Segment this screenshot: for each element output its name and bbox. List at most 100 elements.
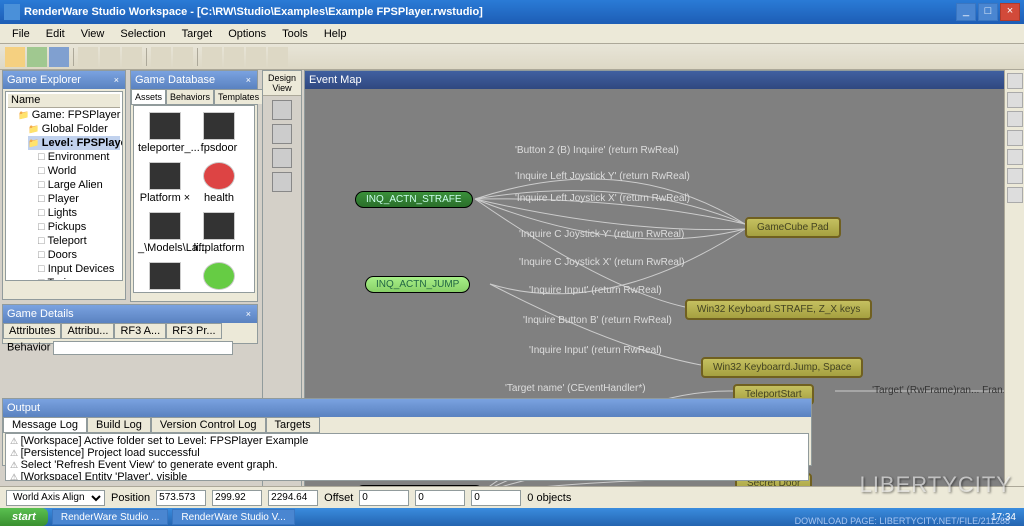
event-target-node[interactable]: GameCube Pad [745, 217, 841, 238]
log-message: Select 'Refresh Event View' to generate … [10, 459, 804, 471]
right-tool-button[interactable] [1007, 130, 1023, 146]
output-tab[interactable]: Message Log [3, 417, 87, 433]
offset-label: Offset [324, 492, 353, 504]
tab-behaviors[interactable]: Behaviors [166, 89, 214, 104]
tree-item[interactable]: Train [38, 276, 120, 281]
right-tool-button[interactable] [1007, 111, 1023, 127]
edge-label: 'Button 2 (B) Inquire' (return RwReal) [515, 145, 679, 156]
dview-tool[interactable] [272, 172, 292, 192]
menu-selection[interactable]: Selection [112, 26, 173, 42]
start-button[interactable]: start [0, 508, 48, 526]
tree-item[interactable]: Input Devices [38, 262, 120, 276]
event-target-node[interactable]: Win32 Keyboarrd.Jump, Space [701, 357, 863, 378]
asset-item[interactable]: liftplatform [192, 210, 246, 260]
event-node[interactable]: INQ_ACTN_JUMP [365, 276, 470, 293]
panel-close-icon[interactable]: × [244, 309, 253, 319]
toolbar-button[interactable] [78, 47, 98, 67]
maximize-button[interactable]: □ [978, 3, 998, 21]
asset-item[interactable]: teleporter_... [138, 110, 192, 160]
menu-help[interactable]: Help [316, 26, 355, 42]
right-tool-button[interactable] [1007, 149, 1023, 165]
toolbar-button[interactable] [202, 47, 222, 67]
menu-view[interactable]: View [73, 26, 113, 42]
tree-item[interactable]: Environment [38, 150, 120, 164]
design-view-label[interactable]: Design View [263, 71, 301, 96]
menu-edit[interactable]: Edit [38, 26, 73, 42]
off-z-input[interactable] [471, 490, 521, 506]
asset-item[interactable]: _\Models\La... [138, 210, 192, 260]
tree-item[interactable]: World [38, 164, 120, 178]
edge-label: 'Inquire Input' (return RwReal) [529, 285, 662, 296]
toolbar-button[interactable] [100, 47, 120, 67]
toolbar-button[interactable] [268, 47, 288, 67]
menu-target[interactable]: Target [174, 26, 221, 42]
pos-x-input[interactable] [156, 490, 206, 506]
toolbar-button[interactable] [246, 47, 266, 67]
app-icon [4, 4, 20, 20]
menu-tools[interactable]: Tools [274, 26, 316, 42]
main-toolbar [0, 44, 1024, 70]
right-toolbar [1004, 70, 1024, 498]
event-target-node[interactable]: Win32 Keyboard.STRAFE, Z_X keys [685, 299, 872, 320]
tree-view[interactable]: Name Game: FPSPlayer Example Global Fold… [5, 91, 123, 281]
asset-item[interactable] [138, 260, 192, 293]
output-tab[interactable]: Targets [266, 417, 320, 433]
details-tab[interactable]: Attributes [3, 323, 61, 339]
asset-item[interactable]: health [192, 160, 246, 210]
dview-tool[interactable] [272, 100, 292, 120]
panel-close-icon[interactable]: × [244, 75, 253, 85]
details-tab[interactable]: RF3 Pr... [166, 323, 221, 339]
behavior-input[interactable] [53, 341, 233, 355]
taskbar-item[interactable]: RenderWare Studio ... [52, 509, 169, 525]
taskbar-item[interactable]: RenderWare Studio V... [172, 509, 294, 525]
tree-item[interactable]: Level: FPSPlayer Ex... [28, 136, 120, 150]
tree-item[interactable]: Lights [38, 206, 120, 220]
asset-item[interactable]: fpsdoor [192, 110, 246, 160]
asset-item[interactable]: Platform × [138, 160, 192, 210]
system-tray[interactable]: 17:34 [983, 512, 1024, 523]
assets-title: Game Database [135, 74, 215, 86]
toolbar-button[interactable] [27, 47, 47, 67]
pos-z-input[interactable] [268, 490, 318, 506]
tab-templates[interactable]: Templates [214, 89, 263, 104]
details-tab[interactable]: Attribu... [61, 323, 114, 339]
axis-align-select[interactable]: World Axis Align [6, 490, 105, 506]
asset-item[interactable] [192, 260, 246, 293]
minimize-button[interactable]: _ [956, 3, 976, 21]
tree-root[interactable]: Game: FPSPlayer Example [18, 108, 120, 122]
off-x-input[interactable] [359, 490, 409, 506]
tree-item[interactable]: Global Folder [28, 122, 120, 136]
window-titlebar: RenderWare Studio Workspace - [C:\RW\Stu… [0, 0, 1024, 24]
eventmap-title: Event Map [309, 74, 362, 86]
panel-close-icon[interactable]: × [112, 75, 121, 85]
details-tab[interactable]: RF3 A... [114, 323, 166, 339]
close-button[interactable]: × [1000, 3, 1020, 21]
dview-tool[interactable] [272, 124, 292, 144]
off-y-input[interactable] [415, 490, 465, 506]
right-tool-button[interactable] [1007, 187, 1023, 203]
toolbar-button[interactable] [224, 47, 244, 67]
tree-item[interactable]: Large Alien [38, 178, 120, 192]
right-tool-button[interactable] [1007, 73, 1023, 89]
toolbar-button[interactable] [173, 47, 193, 67]
right-tool-button[interactable] [1007, 168, 1023, 184]
tree-item[interactable]: Doors [38, 248, 120, 262]
event-node[interactable]: INQ_ACTN_STRAFE [355, 191, 473, 208]
output-tab[interactable]: Version Control Log [151, 417, 266, 433]
menu-options[interactable]: Options [220, 26, 274, 42]
pos-y-input[interactable] [212, 490, 262, 506]
tab-assets[interactable]: Assets [131, 89, 166, 104]
toolbar-button[interactable] [5, 47, 25, 67]
tree-item[interactable]: Teleport [38, 234, 120, 248]
tree-item[interactable]: Player [38, 192, 120, 206]
explorer-title: Game Explorer [7, 74, 81, 86]
menu-file[interactable]: File [4, 26, 38, 42]
output-panel: Output Message LogBuild LogVersion Contr… [2, 398, 812, 466]
toolbar-button[interactable] [122, 47, 142, 67]
tree-item[interactable]: Pickups [38, 220, 120, 234]
output-tab[interactable]: Build Log [87, 417, 151, 433]
toolbar-button[interactable] [151, 47, 171, 67]
right-tool-button[interactable] [1007, 92, 1023, 108]
toolbar-button[interactable] [49, 47, 69, 67]
dview-tool[interactable] [272, 148, 292, 168]
